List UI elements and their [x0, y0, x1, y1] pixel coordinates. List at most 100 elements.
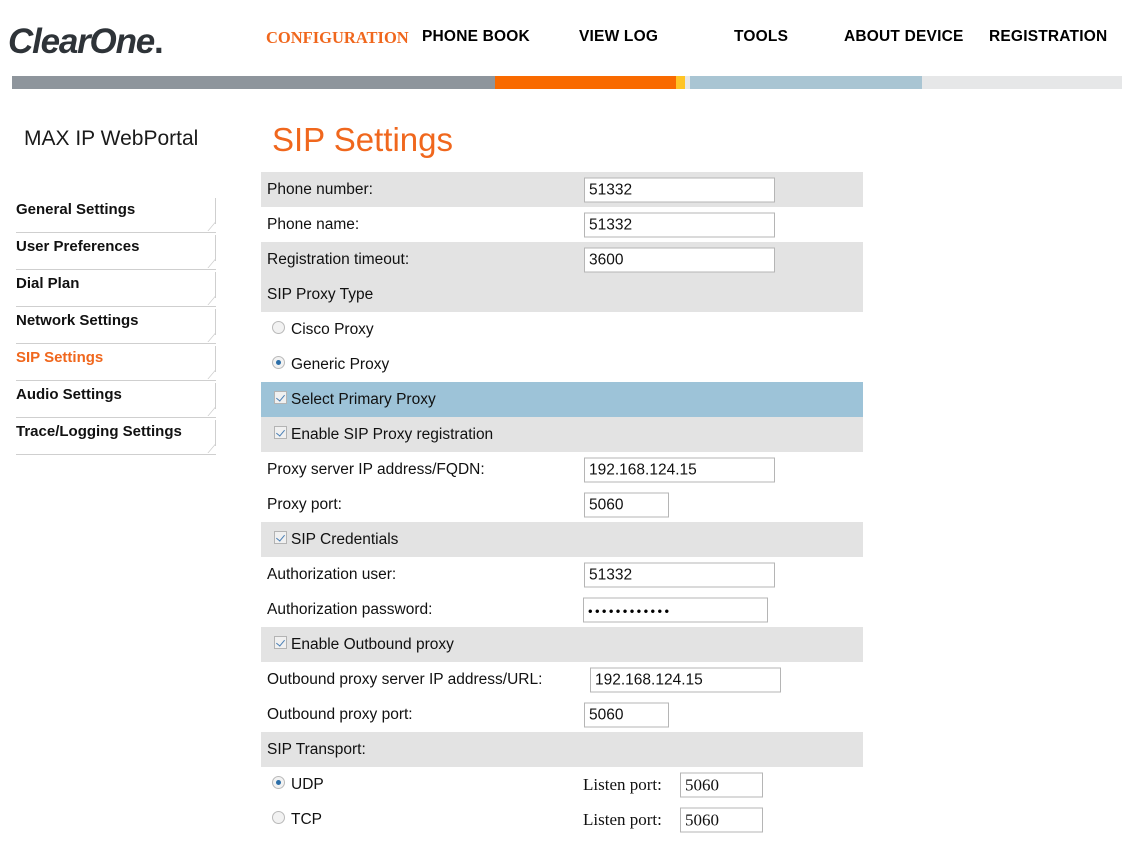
- generic-proxy-label: Generic Proxy: [291, 355, 390, 373]
- row-enable-sip-proxy-registration[interactable]: Enable SIP Proxy registration: [261, 417, 863, 452]
- sidebar-tab-edge: [215, 309, 216, 335]
- nav-item-about-device[interactable]: ABOUT DEVICE: [844, 28, 964, 46]
- outbound-proxy-port-label: Outbound proxy port:: [267, 705, 413, 723]
- sip-transport-label: SIP Transport:: [267, 740, 366, 758]
- registration-timeout-label: Registration timeout:: [267, 250, 410, 268]
- phone-number-label: Phone number:: [267, 180, 373, 198]
- sidebar-item-label: Dial Plan: [16, 275, 80, 292]
- sidebar-tab-edge: [215, 346, 216, 372]
- sidebar-tab-corner: [200, 444, 216, 453]
- row-transport-tcp[interactable]: TCP Listen port: 5060: [261, 802, 863, 837]
- phone-name-label: Phone name:: [267, 215, 360, 233]
- sidebar-item-general-settings[interactable]: General Settings: [16, 196, 216, 233]
- page-root: ClearOne. CONFIGURATION PHONE BOOK VIEW …: [0, 0, 1134, 851]
- udp-radio[interactable]: [272, 775, 285, 794]
- proxy-port-input[interactable]: 5060: [584, 492, 669, 517]
- row-authorization-user: Authorization user: 51332: [261, 557, 863, 592]
- sip-settings-form: Phone number: 51332 Phone name: 51332 Re…: [261, 172, 863, 837]
- clearone-logo: ClearOne.: [8, 22, 164, 62]
- sidebar-item-label: Trace/Logging Settings: [16, 423, 182, 440]
- select-primary-proxy-checkbox[interactable]: [274, 390, 287, 409]
- row-outbound-proxy-port: Outbound proxy port: 5060: [261, 697, 863, 732]
- segbar-segment-blue: [690, 76, 922, 89]
- sidebar-tab-edge: [215, 235, 216, 261]
- phone-name-input[interactable]: 51332: [584, 212, 775, 237]
- segbar-segment-orange: [495, 76, 676, 89]
- row-outbound-proxy-server: Outbound proxy server IP address/URL: 19…: [261, 662, 863, 697]
- udp-listen-port-label: Listen port:: [583, 774, 662, 794]
- sidebar-tab-corner: [200, 407, 216, 416]
- sip-proxy-type-label: SIP Proxy Type: [267, 285, 374, 303]
- sidebar-item-dial-plan[interactable]: Dial Plan: [16, 270, 216, 307]
- row-transport-udp[interactable]: UDP Listen port: 5060: [261, 767, 863, 802]
- sidebar-tab-corner: [200, 333, 216, 342]
- row-phone-name: Phone name: 51332: [261, 207, 863, 242]
- sidebar-tab-corner: [200, 296, 216, 305]
- enable-outbound-proxy-label: Enable Outbound proxy: [291, 635, 454, 653]
- enable-sip-proxy-registration-checkbox[interactable]: [274, 425, 287, 444]
- sip-credentials-checkbox[interactable]: [274, 530, 287, 549]
- row-proxy-port: Proxy port: 5060: [261, 487, 863, 522]
- row-enable-outbound-proxy[interactable]: Enable Outbound proxy: [261, 627, 863, 662]
- phone-number-input[interactable]: 51332: [584, 177, 775, 202]
- authorization-user-input[interactable]: 51332: [584, 562, 775, 587]
- sidebar-item-audio-settings[interactable]: Audio Settings: [16, 381, 216, 418]
- enable-outbound-proxy-checkbox[interactable]: [274, 635, 287, 654]
- tcp-label: TCP: [291, 810, 322, 828]
- row-proxy-server: Proxy server IP address/FQDN: 192.168.12…: [261, 452, 863, 487]
- sidebar-item-user-preferences[interactable]: User Preferences: [16, 233, 216, 270]
- sidebar-item-network-settings[interactable]: Network Settings: [16, 307, 216, 344]
- sidebar-item-label: Network Settings: [16, 312, 139, 329]
- cisco-proxy-label: Cisco Proxy: [291, 320, 374, 338]
- segbar-segment-lightgray: [922, 76, 1122, 89]
- proxy-server-label: Proxy server IP address/FQDN:: [267, 460, 485, 478]
- tcp-listen-port-input[interactable]: 5060: [680, 807, 763, 832]
- nav-item-view-log[interactable]: VIEW LOG: [579, 28, 658, 46]
- row-sip-credentials[interactable]: SIP Credentials: [261, 522, 863, 557]
- nav-item-tools[interactable]: TOOLS: [734, 28, 788, 46]
- nav-item-configuration[interactable]: CONFIGURATION: [266, 28, 409, 48]
- nav-item-registration[interactable]: REGISTRATION: [989, 28, 1107, 46]
- row-generic-proxy[interactable]: Generic Proxy: [261, 347, 863, 382]
- row-authorization-password: Authorization password: ••••••••••••: [261, 592, 863, 627]
- udp-label: UDP: [291, 775, 324, 793]
- outbound-proxy-server-input[interactable]: 192.168.124.15: [590, 667, 781, 692]
- sidebar-item-label: General Settings: [16, 201, 136, 218]
- authorization-password-input[interactable]: ••••••••••••: [583, 597, 768, 622]
- sidebar-item-label: Audio Settings: [16, 386, 122, 403]
- sip-credentials-label: SIP Credentials: [291, 530, 399, 548]
- sidebar-tab-corner: [200, 259, 216, 268]
- generic-proxy-radio[interactable]: [272, 355, 285, 374]
- sidebar-tab-edge: [215, 272, 216, 298]
- row-sip-transport-header: SIP Transport:: [261, 732, 863, 767]
- sidebar-tab-edge: [215, 383, 216, 409]
- sidebar-tab-corner: [200, 370, 216, 379]
- cisco-proxy-radio[interactable]: [272, 320, 285, 339]
- enable-sip-proxy-registration-label: Enable SIP Proxy registration: [291, 425, 494, 443]
- outbound-proxy-port-input[interactable]: 5060: [584, 702, 669, 727]
- nav-item-phone-book[interactable]: PHONE BOOK: [422, 28, 530, 46]
- sidebar-tab-edge: [215, 420, 216, 446]
- row-select-primary-proxy[interactable]: Select Primary Proxy: [261, 382, 863, 417]
- row-phone-number: Phone number: 51332: [261, 172, 863, 207]
- portal-title: MAX IP WebPortal: [24, 127, 199, 150]
- udp-listen-port-input[interactable]: 5060: [680, 772, 763, 797]
- proxy-server-input[interactable]: 192.168.124.15: [584, 457, 775, 482]
- sidebar-tab-edge: [215, 198, 216, 224]
- sidebar-item-trace-logging-settings[interactable]: Trace/Logging Settings: [16, 418, 216, 455]
- proxy-port-label: Proxy port:: [267, 495, 342, 513]
- tcp-radio[interactable]: [272, 810, 285, 829]
- sidebar-item-label: SIP Settings: [16, 349, 104, 366]
- logo-text: ClearOne: [8, 22, 155, 61]
- row-cisco-proxy[interactable]: Cisco Proxy: [261, 312, 863, 347]
- segbar-segment-gray: [12, 76, 495, 89]
- sidebar-navigation: General Settings User Preferences Dial P…: [16, 196, 216, 455]
- authorization-password-label: Authorization password:: [267, 600, 433, 618]
- registration-timeout-input[interactable]: 3600: [584, 247, 775, 272]
- outbound-proxy-server-label: Outbound proxy server IP address/URL:: [267, 670, 543, 688]
- sidebar-tab-corner: [200, 222, 216, 231]
- page-title: SIP Settings: [272, 121, 454, 158]
- sidebar-item-sip-settings[interactable]: SIP Settings: [16, 344, 216, 381]
- select-primary-proxy-label: Select Primary Proxy: [291, 390, 436, 408]
- segbar-segment-yellow: [676, 76, 685, 89]
